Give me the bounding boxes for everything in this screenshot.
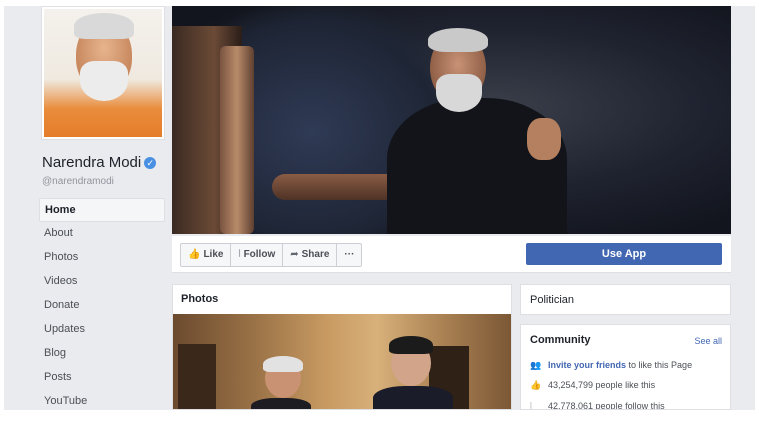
- like-button[interactable]: 👍 Like: [181, 244, 232, 266]
- facebook-page: Narendra Modi ✓ @narendramodi Home About …: [4, 6, 755, 410]
- share-arrow-icon: ➦: [290, 249, 299, 260]
- page-nav: Home About Photos Videos Donate Updates …: [39, 198, 165, 410]
- nav-item-donate[interactable]: Donate: [39, 294, 165, 318]
- thumbs-up-icon: 👍: [188, 249, 201, 260]
- nav-item-updates[interactable]: Updates: [39, 318, 165, 342]
- invite-friends-link[interactable]: Invite your friends: [548, 360, 626, 370]
- likes-count: 43,254,799 people like this: [548, 380, 656, 390]
- nav-item-photos[interactable]: Photos: [39, 246, 165, 270]
- verified-badge-icon: ✓: [144, 157, 157, 169]
- page-name-text: Narendra Modi: [42, 154, 142, 171]
- action-bar: 👍 Like ⦚ Follow ➦ Share ··· Use App: [172, 236, 731, 273]
- nav-item-blog[interactable]: Blog: [39, 342, 165, 366]
- nav-item-home[interactable]: Home: [39, 198, 165, 222]
- nav-item-about[interactable]: About: [39, 222, 165, 246]
- nav-item-videos[interactable]: Videos: [39, 270, 165, 294]
- thumbs-up-icon: 👍: [530, 380, 542, 390]
- page-category[interactable]: Politician: [530, 294, 574, 306]
- follow-button[interactable]: ⦚ Follow: [231, 244, 284, 266]
- share-button[interactable]: ➦ Share: [283, 244, 338, 266]
- use-app-button[interactable]: Use App: [526, 243, 722, 265]
- invite-friends-row: 👥 Invite your friends to like this Page: [530, 360, 693, 370]
- cover-photo[interactable]: [172, 6, 731, 234]
- page-handle: @narendramodi: [42, 176, 114, 187]
- follows-count: 42,778,061 people follow this: [548, 401, 665, 410]
- photo-thumbnail[interactable]: [173, 314, 511, 409]
- community-card: Community See all 👥 Invite your friends t…: [520, 324, 731, 410]
- see-all-link[interactable]: See all: [694, 336, 722, 346]
- nav-item-youtube[interactable]: YouTube: [39, 390, 165, 410]
- nav-item-posts[interactable]: Posts: [39, 366, 165, 390]
- follows-row: ⦚ 42,778,061 people follow this: [530, 401, 665, 410]
- likes-row: 👍 43,254,799 people like this: [530, 380, 655, 391]
- rss-icon: ⦚: [238, 249, 241, 260]
- people-icon: 👥: [530, 360, 542, 370]
- more-button[interactable]: ···: [337, 244, 361, 266]
- profile-photo: [44, 9, 162, 137]
- community-title: Community: [530, 334, 591, 346]
- page-name[interactable]: Narendra Modi ✓: [42, 154, 157, 171]
- photos-card-title[interactable]: Photos: [181, 293, 218, 305]
- photos-card: Photos: [172, 284, 512, 410]
- page-actions: 👍 Like ⦚ Follow ➦ Share ···: [180, 243, 363, 267]
- category-card: Politician: [520, 284, 731, 315]
- profile-picture[interactable]: [41, 6, 165, 140]
- rss-icon: ⦚: [530, 401, 532, 410]
